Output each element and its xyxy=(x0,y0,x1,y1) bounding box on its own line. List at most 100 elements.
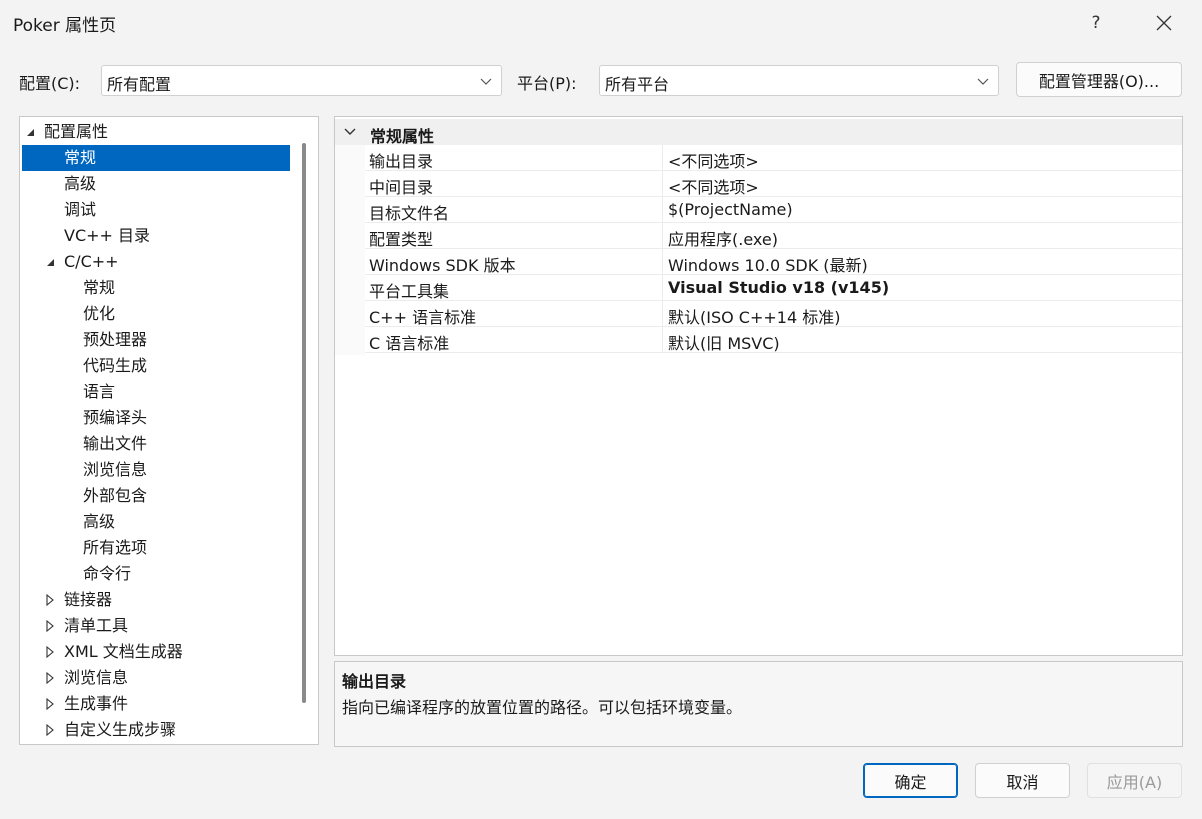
tree-item[interactable]: 语言 xyxy=(20,379,290,405)
property-grid: 常规属性 输出目录 <不同选项> 中间目录 <不同选项> 目标文件名 $(ProjectN… xyxy=(334,116,1183,656)
column-divider[interactable] xyxy=(662,327,663,353)
tree-item[interactable]: 输出文件 xyxy=(20,431,290,457)
tree-item-label: 浏览信息 xyxy=(64,668,129,687)
tree-item[interactable]: 链接器 xyxy=(20,587,290,613)
tree-item[interactable]: XML 文档生成器 xyxy=(20,639,290,665)
close-button[interactable] xyxy=(1142,6,1186,40)
category-label: 常规属性 xyxy=(370,127,435,146)
tree-item[interactable]: 高级 xyxy=(20,171,290,197)
category-header[interactable]: 常规属性 xyxy=(335,119,1182,146)
platform-label: 平台(P): xyxy=(517,74,577,93)
property-row[interactable]: C++ 语言标准 默认(ISO C++14 标准) xyxy=(365,301,1182,327)
tree-item[interactable]: 常规 xyxy=(20,275,290,301)
property-name: Windows SDK 版本 xyxy=(369,256,516,275)
property-row[interactable]: 目标文件名 $(ProjectName) xyxy=(365,197,1182,223)
tree-item-label: 生成事件 xyxy=(64,694,129,713)
tree-item[interactable]: 配置属性 xyxy=(20,119,290,145)
window-title: Poker 属性页 xyxy=(13,16,117,36)
tree-item[interactable]: 浏览信息 xyxy=(20,665,290,691)
chevron-down-icon xyxy=(480,78,492,85)
tree-item[interactable]: 所有选项 xyxy=(20,535,290,561)
tree-item[interactable]: VC++ 目录 xyxy=(20,223,290,249)
collapsed-triangle-icon[interactable] xyxy=(44,665,56,691)
ok-button[interactable]: 确定 xyxy=(863,763,958,798)
tree-item-label: 预处理器 xyxy=(83,330,148,349)
column-divider[interactable] xyxy=(662,197,663,223)
tree-item-label: C/C++ xyxy=(64,252,119,271)
tree-item[interactable]: 自定义生成步骤 xyxy=(20,717,290,743)
config-manager-button[interactable]: 配置管理器(O)... xyxy=(1016,62,1182,97)
tree-item[interactable]: 优化 xyxy=(20,301,290,327)
tree-item-label: 代码生成 xyxy=(83,356,148,375)
close-icon xyxy=(1156,15,1172,31)
tree-item[interactable]: 清单工具 xyxy=(20,613,290,639)
tree-item[interactable]: 高级 xyxy=(20,509,290,535)
apply-button[interactable]: 应用(A) xyxy=(1087,763,1182,798)
property-row[interactable]: Windows SDK 版本 Windows 10.0 SDK (最新) xyxy=(365,249,1182,275)
property-value[interactable]: 默认(ISO C++14 标准) xyxy=(668,304,840,328)
column-divider[interactable] xyxy=(662,145,663,171)
expanded-triangle-icon[interactable] xyxy=(44,249,56,275)
property-row[interactable]: 中间目录 <不同选项> xyxy=(365,171,1182,197)
tree-item-label: 配置属性 xyxy=(44,122,109,141)
cancel-button[interactable]: 取消 xyxy=(975,763,1070,798)
tree-item[interactable]: 预编译头 xyxy=(20,405,290,431)
tree-item-label: 高级 xyxy=(83,512,116,531)
help-button[interactable]: ? xyxy=(1074,6,1118,40)
property-row[interactable]: 输出目录 <不同选项> xyxy=(365,145,1182,171)
tree-item-label: 输出文件 xyxy=(83,434,148,453)
platform-value: 所有平台 xyxy=(605,75,670,94)
tree-item[interactable]: 生成事件 xyxy=(20,691,290,717)
property-name: 配置类型 xyxy=(369,230,434,249)
tree-item[interactable]: 浏览信息 xyxy=(20,457,290,483)
column-divider[interactable] xyxy=(662,249,663,275)
property-value[interactable]: 应用程序(.exe) xyxy=(668,226,778,250)
config-dropdown[interactable]: 所有配置 xyxy=(101,65,502,96)
column-divider[interactable] xyxy=(662,275,663,301)
property-value[interactable]: <不同选项> xyxy=(668,148,759,172)
description-panel: 输出目录 指向已编译程序的放置位置的路径。可以包括环境变量。 xyxy=(334,661,1183,747)
tree-item-label: 优化 xyxy=(83,304,116,323)
column-divider[interactable] xyxy=(662,301,663,327)
tree-item-label: 链接器 xyxy=(64,590,113,609)
column-divider[interactable] xyxy=(662,223,663,249)
chevron-down-icon[interactable] xyxy=(343,126,357,138)
tree-scrollbar-thumb[interactable] xyxy=(302,143,306,703)
property-value[interactable]: <不同选项> xyxy=(668,174,759,198)
config-value: 所有配置 xyxy=(107,75,172,94)
tree-item-label: 高级 xyxy=(64,174,97,193)
collapsed-triangle-icon[interactable] xyxy=(44,587,56,613)
tree-item-label: 浏览信息 xyxy=(83,460,148,479)
property-row[interactable]: C 语言标准 默认(旧 MSVC) xyxy=(365,327,1182,353)
property-value[interactable]: 默认(旧 MSVC) xyxy=(668,330,780,354)
collapsed-triangle-icon[interactable] xyxy=(44,717,56,743)
collapsed-triangle-icon[interactable] xyxy=(44,639,56,665)
column-divider[interactable] xyxy=(662,171,663,197)
expanded-triangle-icon[interactable] xyxy=(24,119,36,145)
tree-item-label: 语言 xyxy=(83,382,116,401)
property-row[interactable]: 配置类型 应用程序(.exe) xyxy=(365,223,1182,249)
tree-item[interactable]: 调试 xyxy=(20,197,290,223)
property-value[interactable]: Visual Studio v18 (v145) xyxy=(668,278,889,297)
platform-dropdown[interactable]: 所有平台 xyxy=(599,65,999,96)
tree-scrollbar[interactable] xyxy=(300,123,308,738)
collapsed-triangle-icon[interactable] xyxy=(44,613,56,639)
description-title: 输出目录 xyxy=(342,672,407,691)
collapsed-triangle-icon[interactable] xyxy=(44,691,56,717)
property-row[interactable]: 平台工具集 Visual Studio v18 (v145) xyxy=(365,275,1182,301)
tree-item[interactable]: 命令行 xyxy=(20,561,290,587)
config-label: 配置(C): xyxy=(19,74,81,93)
tree-item[interactable]: 代码生成 xyxy=(20,353,290,379)
property-value[interactable]: Windows 10.0 SDK (最新) xyxy=(668,252,868,276)
tree-item-label: 清单工具 xyxy=(64,616,129,635)
tree-item-label: 自定义生成步骤 xyxy=(64,720,177,739)
tree-item[interactable]: C/C++ xyxy=(20,249,290,275)
tree-item[interactable]: 常规 xyxy=(22,145,290,171)
tree-item-label: 外部包含 xyxy=(83,486,148,505)
grid-gutter xyxy=(335,145,365,355)
tree-item-label: 调试 xyxy=(64,200,97,219)
tree-item[interactable]: 预处理器 xyxy=(20,327,290,353)
property-name: 平台工具集 xyxy=(369,282,450,301)
tree-item[interactable]: 外部包含 xyxy=(20,483,290,509)
property-value[interactable]: $(ProjectName) xyxy=(668,200,793,219)
